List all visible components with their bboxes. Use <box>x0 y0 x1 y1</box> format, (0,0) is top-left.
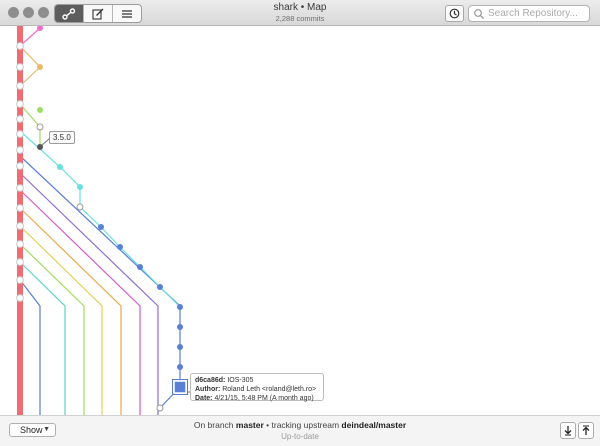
commit-node[interactable] <box>117 244 123 250</box>
commit-node[interactable] <box>157 284 163 290</box>
zoom-window-button[interactable] <box>38 7 49 18</box>
search-icon <box>474 8 484 19</box>
commit-graph[interactable] <box>0 26 600 415</box>
commit-node[interactable] <box>177 304 183 310</box>
commit-node[interactable] <box>98 224 104 230</box>
commit-node[interactable] <box>16 146 24 154</box>
commit-node[interactable] <box>16 276 24 284</box>
commit-node[interactable] <box>177 324 183 330</box>
commit-node[interactable] <box>36 123 44 131</box>
date-label: Date: <box>195 395 213 402</box>
pull-button[interactable] <box>560 422 576 439</box>
status-bar: Show ▼ On branch master • tracking upstr… <box>0 415 600 446</box>
sync-status: Up-to-date <box>281 432 319 441</box>
commit-node[interactable] <box>76 203 84 211</box>
search-box[interactable] <box>468 5 590 22</box>
branch-status: On branch master • tracking upstream dei… <box>193 420 407 430</box>
commit-node[interactable] <box>16 130 24 138</box>
current-branch: master <box>235 420 264 430</box>
commit-node[interactable] <box>16 162 24 170</box>
selected-commit-node[interactable] <box>173 380 187 394</box>
commit-node[interactable] <box>156 404 164 412</box>
edit-view-button[interactable] <box>84 5 113 22</box>
author-label: Author: <box>195 386 221 393</box>
commit-author: Roland Leth <roland@leth.ro> <box>222 386 317 393</box>
commit-node[interactable] <box>16 222 24 230</box>
toolbar: shark • Map 2,288 commits <box>0 0 600 26</box>
window-title: shark • Map <box>273 2 327 13</box>
history-icon <box>449 8 460 19</box>
branch-map-icon <box>62 7 76 20</box>
commit-node[interactable] <box>16 184 24 192</box>
chevron-down-icon: ▼ <box>43 426 50 433</box>
commit-node[interactable] <box>16 63 24 71</box>
show-dropdown[interactable]: Show ▼ <box>9 423 56 437</box>
commit-sha: d6ca86d: <box>195 377 226 384</box>
history-button[interactable] <box>445 5 464 22</box>
push-button[interactable] <box>578 422 594 439</box>
commit-node[interactable] <box>16 240 24 248</box>
commit-node[interactable] <box>137 264 143 270</box>
map-view-button[interactable] <box>55 5 84 22</box>
commit-node[interactable] <box>16 258 24 266</box>
branch-line-teal <box>19 261 66 415</box>
branch-line-blue <box>19 155 181 409</box>
close-window-button[interactable] <box>8 7 19 18</box>
commit-node[interactable] <box>37 64 43 70</box>
search-input[interactable] <box>485 8 588 19</box>
minimize-window-button[interactable] <box>23 7 34 18</box>
tagged-commit-node[interactable] <box>37 144 43 150</box>
commit-node[interactable] <box>16 294 24 302</box>
commit-node[interactable] <box>16 42 24 50</box>
commit-count: 2,288 commits <box>275 14 325 23</box>
commit-node[interactable] <box>16 115 24 123</box>
branch-line-yellow <box>19 225 103 415</box>
commit-node[interactable] <box>16 100 24 108</box>
commit-node[interactable] <box>37 107 43 113</box>
list-view-button[interactable] <box>113 5 141 22</box>
commit-node[interactable] <box>77 184 83 190</box>
commit-info-card: d6ca86d: IOS-305 Author: Roland Leth <ro… <box>190 373 324 402</box>
commit-node[interactable] <box>16 82 24 90</box>
commit-node[interactable] <box>177 364 183 370</box>
commit-node[interactable] <box>57 164 63 170</box>
branch-line-green <box>19 243 85 415</box>
branch-line-cyan <box>19 130 181 308</box>
arrow-down-icon <box>564 426 572 436</box>
compose-icon <box>92 8 104 20</box>
commit-node[interactable] <box>16 204 24 212</box>
arrow-up-icon <box>582 425 590 435</box>
tag-label[interactable]: 3.5.0 <box>49 131 75 144</box>
show-dropdown-label: Show <box>20 425 43 435</box>
commit-message: IOS-305 <box>227 377 254 384</box>
commit-date: 4/21/15, 5:48 PM (A month ago) <box>214 395 314 402</box>
commit-node[interactable] <box>177 344 183 350</box>
list-icon <box>122 9 132 18</box>
upstream-branch: deindeal/master <box>341 420 407 430</box>
view-switcher <box>54 4 142 23</box>
